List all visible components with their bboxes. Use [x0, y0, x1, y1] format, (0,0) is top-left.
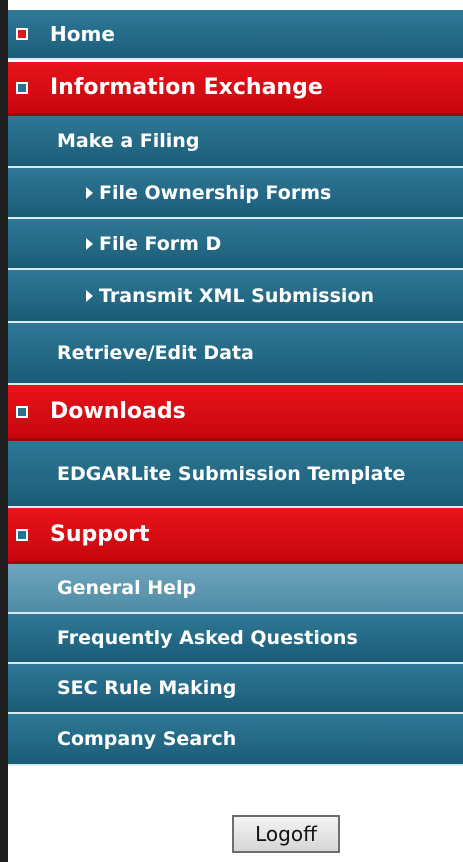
nav-edgarlite-submission-template[interactable]: EDGARLite Submission Template	[8, 441, 463, 508]
logoff-button[interactable]: Logoff	[232, 815, 340, 853]
sidebar-left-border	[0, 0, 8, 862]
nav-general-help-label: General Help	[57, 577, 197, 599]
nav-make-a-filing-label: Make a Filing	[57, 130, 200, 152]
triangle-right-icon	[86, 289, 93, 302]
nav-file-ownership-forms[interactable]: File Ownership Forms	[8, 168, 463, 219]
square-bullet-icon	[16, 405, 28, 418]
section-downloads[interactable]: Downloads	[8, 385, 463, 441]
square-bullet-icon	[16, 528, 28, 541]
navigation-sidebar: Home Information Exchange Make a Filing …	[0, 0, 463, 862]
nav-sec-rule-making[interactable]: SEC Rule Making	[8, 664, 463, 714]
section-downloads-label: Downloads	[50, 399, 186, 424]
nav-frequently-asked-questions[interactable]: Frequently Asked Questions	[8, 614, 463, 664]
nav-retrieve-edit-data[interactable]: Retrieve/Edit Data	[8, 323, 463, 385]
nav-company-search[interactable]: Company Search	[8, 714, 463, 766]
nav-transmit-xml-submission[interactable]: Transmit XML Submission	[8, 270, 463, 323]
section-support-label: Support	[50, 522, 150, 547]
nav-file-form-d-label: File Form D	[99, 232, 222, 255]
nav-sec-rule-making-label: SEC Rule Making	[57, 677, 237, 699]
square-bullet-icon	[16, 28, 28, 40]
section-information-exchange[interactable]: Information Exchange	[8, 62, 463, 116]
section-information-exchange-label: Information Exchange	[50, 75, 323, 100]
triangle-right-icon	[86, 237, 93, 250]
nav-general-help[interactable]: General Help	[8, 564, 463, 614]
nav-retrieve-edit-data-label: Retrieve/Edit Data	[57, 342, 254, 364]
nav-frequently-asked-questions-label: Frequently Asked Questions	[57, 627, 358, 649]
square-bullet-icon	[16, 81, 28, 94]
triangle-right-icon	[86, 186, 93, 199]
nav-make-a-filing[interactable]: Make a Filing	[8, 116, 463, 168]
nav-home[interactable]: Home	[8, 10, 463, 60]
nav-company-search-label: Company Search	[57, 728, 237, 750]
nav-transmit-xml-submission-label: Transmit XML Submission	[99, 284, 375, 307]
nav-home-label: Home	[50, 22, 115, 46]
nav-edgarlite-submission-template-label: EDGARLite Submission Template	[57, 462, 406, 485]
nav-file-form-d[interactable]: File Form D	[8, 219, 463, 270]
section-support[interactable]: Support	[8, 508, 463, 564]
nav-file-ownership-forms-label: File Ownership Forms	[99, 181, 332, 204]
